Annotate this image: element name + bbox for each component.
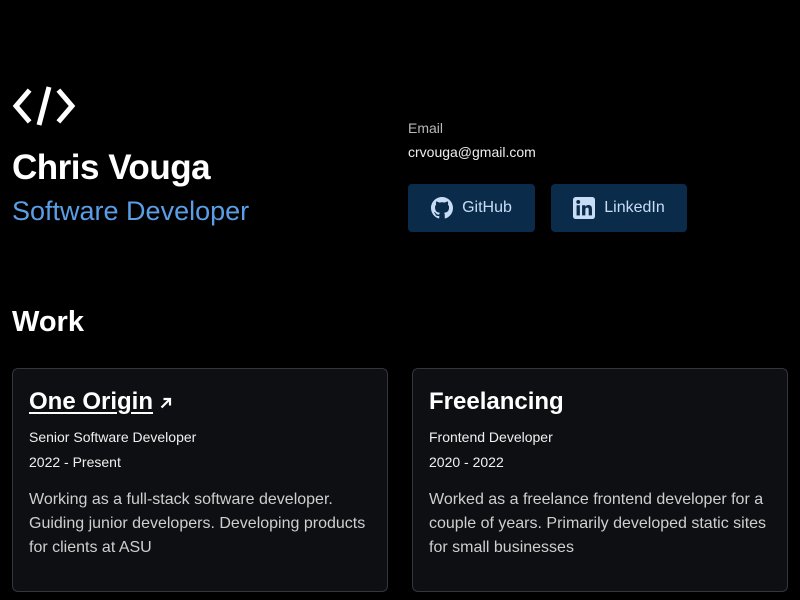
work-card-one-origin: One Origin Senior Software Developer 202… <box>12 368 388 592</box>
job-dates: 2020 - 2022 <box>429 454 504 470</box>
email-address[interactable]: crvouga@gmail.com <box>408 144 536 160</box>
job-description: Worked as a freelance frontend developer… <box>429 491 767 556</box>
job-dates: 2022 - Present <box>29 454 121 470</box>
job-role: Frontend Developer <box>429 429 553 445</box>
company-name[interactable]: One Origin <box>29 388 153 416</box>
github-button-label: GitHub <box>462 199 512 216</box>
profile-role: Software Developer <box>12 196 250 226</box>
email-label: Email <box>408 120 444 136</box>
work-section-title: Work <box>12 306 84 338</box>
company-name: Freelancing <box>429 388 564 415</box>
job-role: Senior Software Developer <box>29 429 197 445</box>
profile-name: Chris Vouga <box>12 148 211 187</box>
code-icon <box>12 84 76 128</box>
github-icon <box>431 197 454 219</box>
job-description: Working as a full-stack software develop… <box>29 491 366 556</box>
github-button[interactable]: GitHub <box>408 184 535 232</box>
linkedin-button[interactable]: LinkedIn <box>551 184 687 232</box>
arrow-up-right-icon <box>159 394 173 410</box>
linkedin-icon <box>573 197 596 219</box>
portfolio-page: Chris Vouga Software Developer Email crv… <box>0 0 800 600</box>
work-card-freelancing: Freelancing Frontend Developer 2020 - 20… <box>412 368 788 592</box>
company-link[interactable]: One Origin <box>29 387 371 417</box>
linkedin-button-label: LinkedIn <box>604 199 665 216</box>
